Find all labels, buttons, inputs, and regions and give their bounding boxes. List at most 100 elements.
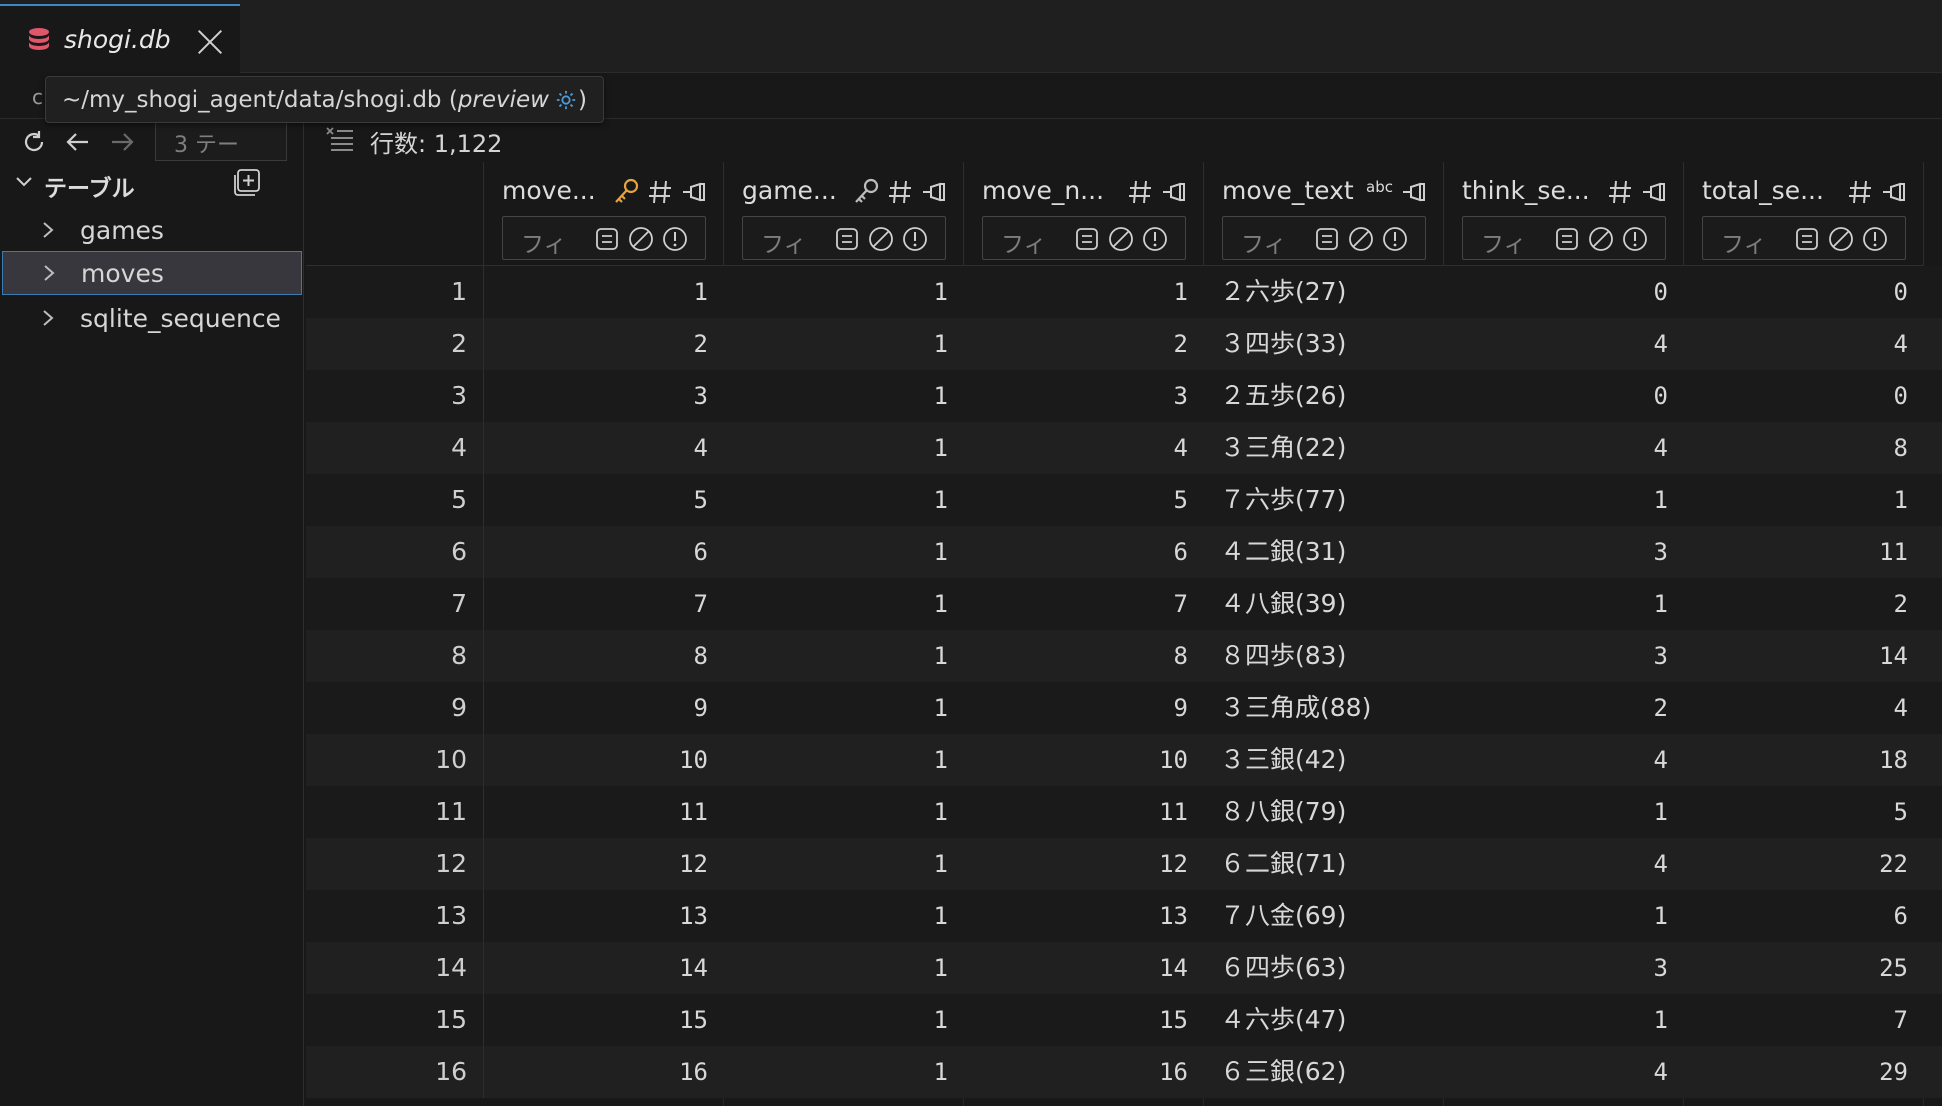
table-cell[interactable]: 16 [484, 1046, 724, 1098]
table-cell[interactable]: 5 [484, 474, 724, 526]
table-cell[interactable]: 4 [1444, 422, 1684, 474]
sidebar-item-games[interactable]: games [2, 208, 302, 252]
table-cell[interactable]: 1 [724, 838, 964, 890]
column-header[interactable]: think_se... フィ [1444, 162, 1684, 266]
column-filter-input[interactable]: フィ [502, 216, 706, 260]
table-cell[interactable]: 10 [964, 734, 1204, 786]
table-row[interactable]: 1 1 1 1 ２六歩(27) 0 0 [306, 266, 1942, 318]
forward-arrow-icon[interactable] [108, 129, 136, 155]
clear-filter-list-icon[interactable] [325, 125, 355, 153]
table-cell[interactable]: 1 [724, 942, 964, 994]
equals-filter-icon[interactable] [1553, 225, 1581, 253]
table-cell[interactable]: 11 [964, 786, 1204, 838]
table-cell[interactable]: 11 [484, 786, 724, 838]
table-cell[interactable]: 1 [1444, 474, 1684, 526]
table-cell[interactable]: 1 [724, 474, 964, 526]
table-cell[interactable]: 7 [1684, 994, 1924, 1046]
table-cell[interactable]: 1 [724, 1046, 964, 1098]
chevron-right-icon[interactable] [41, 263, 57, 283]
table-cell[interactable]: 1 [724, 578, 964, 630]
breadcrumb-stub[interactable]: c [32, 85, 43, 109]
row-number[interactable]: 16 [306, 1046, 484, 1098]
table-cell[interactable]: ２五歩(26) [1204, 370, 1444, 422]
equals-filter-icon[interactable] [593, 225, 621, 253]
table-cell[interactable]: 1 [724, 630, 964, 682]
table-row[interactable]: 7 7 1 7 ４八銀(39) 1 2 [306, 578, 1942, 630]
table-row[interactable]: 10 10 1 10 ３三銀(42) 4 18 [306, 734, 1942, 786]
null-filter-icon[interactable] [867, 225, 895, 253]
table-cell[interactable]: 2 [964, 318, 1204, 370]
table-cell[interactable]: ３三銀(42) [1204, 734, 1444, 786]
row-number[interactable]: 2 [306, 318, 484, 370]
row-number[interactable]: 13 [306, 890, 484, 942]
table-cell[interactable]: ６四歩(63) [1204, 942, 1444, 994]
table-cell[interactable]: 13 [484, 890, 724, 942]
equals-filter-icon[interactable] [1073, 225, 1101, 253]
table-row[interactable]: 11 11 1 11 ８八銀(79) 1 5 [306, 786, 1942, 838]
table-row[interactable]: 14 14 1 14 ６四歩(63) 3 25 [306, 942, 1942, 994]
table-cell[interactable]: 5 [1684, 786, 1924, 838]
not-empty-filter-icon[interactable] [661, 225, 689, 253]
row-number[interactable]: 3 [306, 370, 484, 422]
row-number[interactable]: 9 [306, 682, 484, 734]
column-header[interactable]: move... フィ [484, 162, 724, 266]
table-cell[interactable]: 1 [724, 682, 964, 734]
table-cell[interactable]: 4 [484, 422, 724, 474]
table-cell[interactable]: 29 [1684, 1046, 1924, 1098]
null-filter-icon[interactable] [1827, 225, 1855, 253]
table-cell[interactable]: 14 [1684, 630, 1924, 682]
table-cell[interactable]: 7 [964, 578, 1204, 630]
table-cell[interactable]: 3 [964, 370, 1204, 422]
table-cell[interactable]: ４八銀(39) [1204, 578, 1444, 630]
tab-shogi-db[interactable]: shogi.db [0, 4, 240, 73]
table-cell[interactable]: 1 [724, 786, 964, 838]
table-cell[interactable]: 14 [964, 942, 1204, 994]
table-cell[interactable]: 3 [1444, 630, 1684, 682]
column-header[interactable]: game... フィ [724, 162, 964, 266]
table-cell[interactable]: 15 [484, 994, 724, 1046]
table-cell[interactable]: ７六歩(77) [1204, 474, 1444, 526]
pin-icon[interactable] [681, 180, 709, 204]
equals-filter-icon[interactable] [1793, 225, 1821, 253]
table-cell[interactable]: 7 [484, 578, 724, 630]
table-cell[interactable]: 3 [1444, 942, 1684, 994]
table-row[interactable]: 4 4 1 4 ３三角(22) 4 8 [306, 422, 1942, 474]
not-empty-filter-icon[interactable] [1141, 225, 1169, 253]
table-row[interactable]: 15 15 1 15 ４六歩(47) 1 7 [306, 994, 1942, 1046]
table-cell[interactable]: 22 [1684, 838, 1924, 890]
null-filter-icon[interactable] [627, 225, 655, 253]
column-filter-input[interactable]: フィ [982, 216, 1186, 260]
row-number[interactable]: 15 [306, 994, 484, 1046]
add-table-icon[interactable] [232, 167, 262, 197]
table-cell[interactable]: 1 [724, 734, 964, 786]
table-row[interactable]: 16 16 1 16 ６三銀(62) 4 29 [306, 1046, 1942, 1098]
close-icon[interactable] [196, 28, 224, 56]
table-row[interactable]: 13 13 1 13 ７八金(69) 1 6 [306, 890, 1942, 942]
refresh-icon[interactable] [20, 129, 48, 155]
table-cell[interactable]: 4 [1444, 1046, 1684, 1098]
chevron-down-icon[interactable] [14, 172, 34, 192]
row-number[interactable]: 7 [306, 578, 484, 630]
row-number[interactable]: 1 [306, 266, 484, 318]
row-number[interactable]: 11 [306, 786, 484, 838]
table-row[interactable]: 3 3 1 3 ２五歩(26) 0 0 [306, 370, 1942, 422]
table-cell[interactable]: 4 [1684, 318, 1924, 370]
pin-icon[interactable] [1161, 180, 1189, 204]
table-cell[interactable]: ４二銀(31) [1204, 526, 1444, 578]
pin-icon[interactable] [1881, 180, 1909, 204]
row-number[interactable]: 10 [306, 734, 484, 786]
table-cell[interactable]: 0 [1444, 266, 1684, 318]
table-cell[interactable]: 6 [484, 526, 724, 578]
row-number[interactable]: 4 [306, 422, 484, 474]
row-number[interactable]: 5 [306, 474, 484, 526]
table-cell[interactable]: 15 [964, 994, 1204, 1046]
column-filter-input[interactable]: フィ [742, 216, 946, 260]
table-cell[interactable]: 3 [484, 370, 724, 422]
table-cell[interactable]: 1 [724, 526, 964, 578]
table-cell[interactable]: 2 [1444, 682, 1684, 734]
table-cell[interactable]: 10 [484, 734, 724, 786]
equals-filter-icon[interactable] [1313, 225, 1341, 253]
table-cell[interactable]: 13 [964, 890, 1204, 942]
not-empty-filter-icon[interactable] [901, 225, 929, 253]
table-selector[interactable]: 3 テー [155, 119, 287, 161]
